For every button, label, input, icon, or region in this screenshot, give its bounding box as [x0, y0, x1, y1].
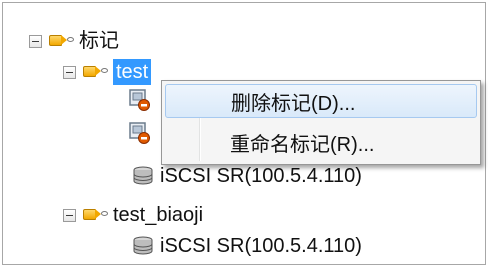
context-menu: 删除标记(D)... 重命名标记(R)...	[161, 80, 481, 165]
tag-icon	[83, 63, 111, 81]
menu-item-rename-tag[interactable]: 重命名标记(R)...	[165, 125, 477, 159]
vm-icon[interactable]	[129, 89, 151, 111]
collapse-toggle-icon[interactable]	[29, 34, 42, 48]
tree-node-label: test_biaoji	[113, 204, 204, 226]
tree-node-label: iSCSI SR(100.5.4.110)	[160, 235, 362, 257]
collapse-toggle-icon[interactable]	[63, 208, 76, 222]
tree-node-label-selected: test	[113, 59, 152, 85]
menu-item-label: 重命名标记(R)...	[230, 133, 375, 156]
menu-item-delete-tag[interactable]: 删除标记(D)...	[165, 84, 477, 118]
collapse-toggle-icon[interactable]	[63, 65, 76, 79]
storage-icon	[133, 166, 153, 185]
menu-item-label: 删除标记(D)...	[231, 92, 356, 115]
storage-icon	[133, 236, 153, 255]
tag-icon	[83, 206, 111, 224]
tag-icon	[49, 32, 77, 50]
tree-node-test[interactable]: test	[63, 57, 152, 87]
tree-node-label: iSCSI SR(100.5.4.110)	[160, 165, 362, 187]
tag-tree-panel: 标记 test iSCSI SR(100.5.4.110) test_biaoj…	[2, 2, 486, 265]
tree-node-storage[interactable]: iSCSI SR(100.5.4.110)	[132, 161, 362, 191]
tree-node-label: 标记	[79, 30, 119, 52]
tree-node-storage[interactable]: iSCSI SR(100.5.4.110)	[132, 231, 362, 261]
tree-node-tags-root[interactable]: 标记	[29, 26, 119, 56]
tree-node-test-biaoji[interactable]: test_biaoji	[63, 200, 203, 230]
vm-icon[interactable]	[129, 122, 151, 144]
